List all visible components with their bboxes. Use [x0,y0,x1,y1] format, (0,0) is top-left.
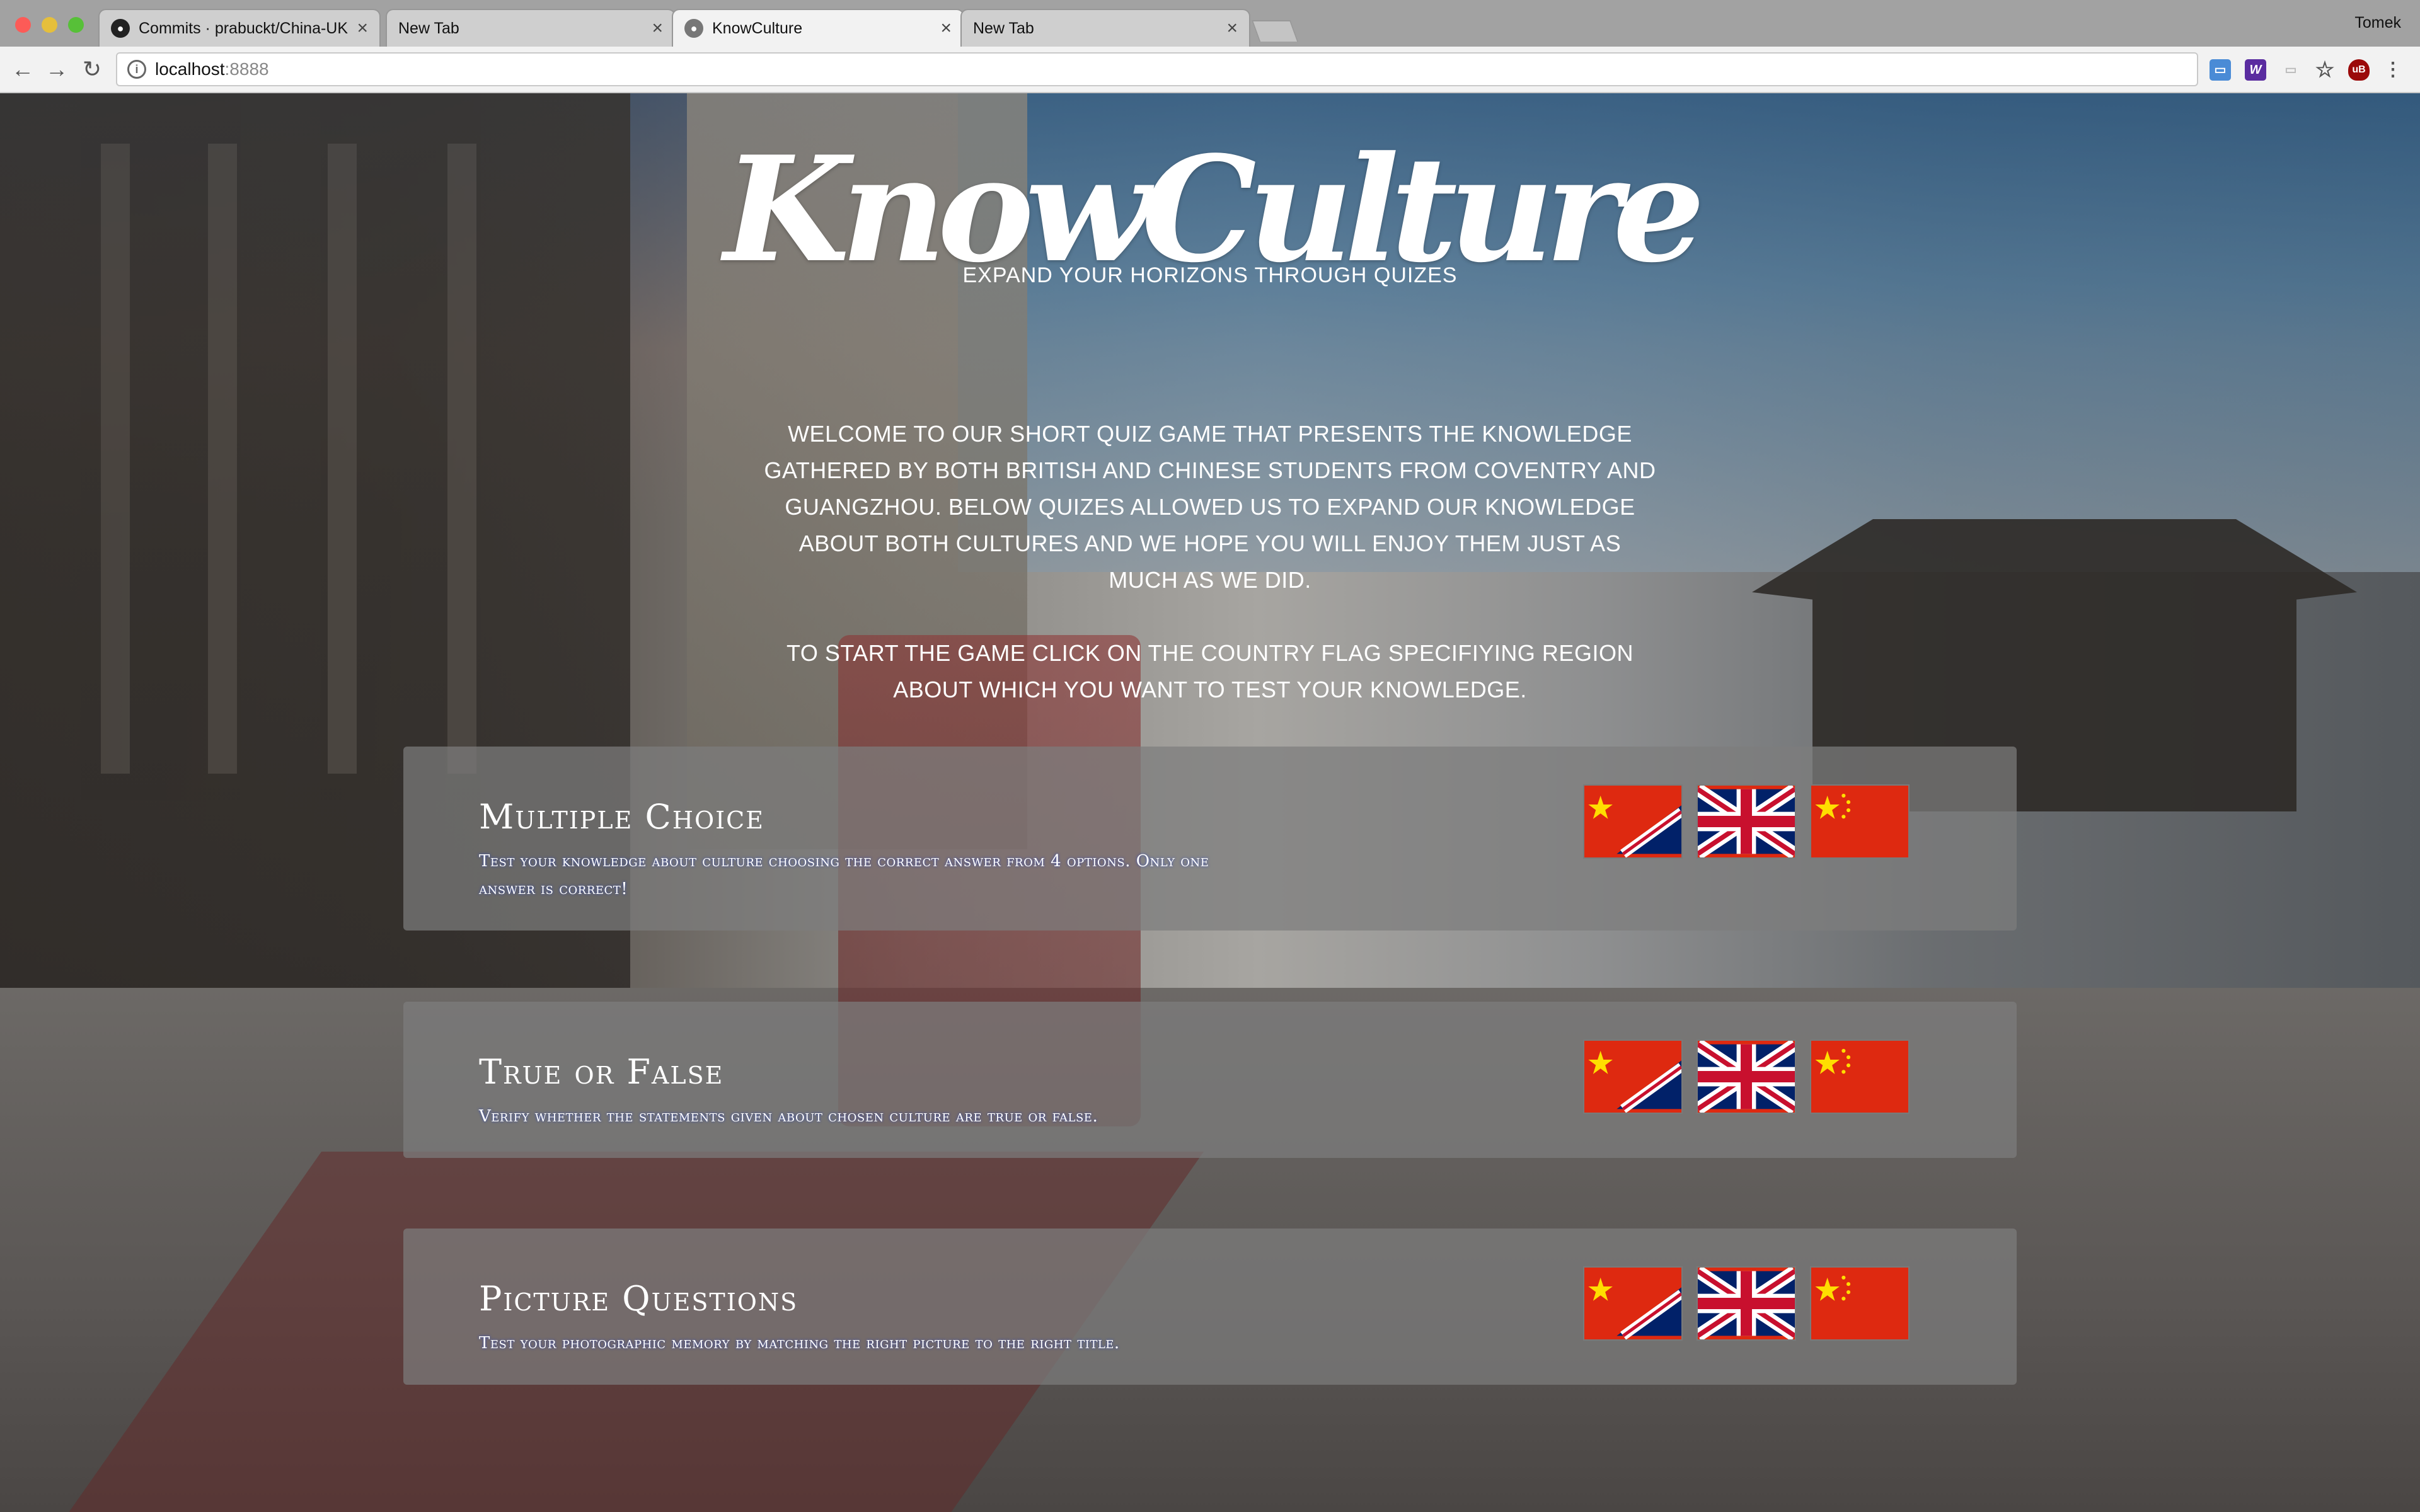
tab-new-tab-1[interactable]: New Tab × [386,9,676,47]
ublock-icon[interactable]: uB [2348,59,2370,81]
quiz-title: True or False [479,1052,724,1092]
cast-icon[interactable]: ▭ [2280,59,2302,81]
site-tagline: EXPAND YOUR HORIZONS THROUGH QUIZES [962,263,1458,287]
quiz-description: Test your knowledge about culture choosi… [479,852,1209,898]
github-icon: ● [684,19,703,38]
quiz-title: Picture Questions [479,1279,798,1319]
window-icon[interactable]: ▭ [2210,59,2231,81]
tab-title: New Tab [398,19,459,37]
url-port: :8888 [224,59,269,79]
china-flag[interactable] [1810,1266,1910,1341]
quiz-description: Test your photographic memory by matchin… [479,1334,1120,1353]
reload-icon[interactable]: ↻ [78,55,106,83]
tab-knowculture[interactable]: ● KnowCulture × [672,9,964,47]
close-window-button[interactable] [15,17,31,33]
url-host: localhost [155,59,225,79]
forward-arrow-icon[interactable]: → [43,55,71,83]
intro-paragraph: Welcome to our short quiz game that pres… [764,421,1656,593]
china-uk-flag[interactable] [1583,1266,1683,1341]
intro-instructions: To start the game click on the country f… [786,640,1634,702]
tab-commits[interactable]: ● Commits · prabuckt/China-UK × [98,9,381,47]
quiz-card-true-or-false: True or False Verify whether the stateme… [403,1002,2017,1158]
close-icon[interactable]: × [357,18,368,39]
info-icon[interactable]: i [127,60,146,79]
bookmark-star-icon[interactable]: ☆ [2314,59,2336,81]
maximize-window-button[interactable] [68,17,84,33]
browser-toolbar: ← → ↻ i localhost:8888 ▭ W ▭ ☆ uB ⋮ [0,47,2420,93]
menu-icon[interactable]: ⋮ [2382,59,2404,81]
uk-flag[interactable] [1697,1266,1796,1341]
quiz-card-multiple-choice: Multiple Choice Test your knowledge abou… [403,747,2017,931]
close-icon[interactable]: × [1226,18,1238,39]
uk-flag[interactable] [1697,784,1796,859]
page-background: KnowCulture EXPAND YOUR HORIZONS THROUGH… [0,93,2420,1512]
new-tab-button[interactable] [1251,20,1299,42]
address-bar[interactable]: i localhost:8888 [116,52,2198,86]
minimize-window-button[interactable] [42,17,57,33]
china-uk-flag[interactable] [1583,784,1683,859]
profile-name[interactable]: Tomek [2354,14,2401,32]
w-extension-icon[interactable]: W [2245,59,2266,81]
quiz-title: Multiple Choice [479,797,764,837]
tab-title: Commits · prabuckt/China-UK [139,19,349,37]
china-uk-flag[interactable] [1583,1040,1683,1114]
browser-tabstrip: ● Commits · prabuckt/China-UK × New Tab … [0,0,2420,47]
github-icon: ● [111,19,130,38]
quiz-card-picture-questions: Picture Questions Test your photographic… [403,1228,2017,1385]
china-flag[interactable] [1810,784,1910,859]
quiz-description: Verify whether the statements given abou… [479,1107,1098,1126]
tab-title: New Tab [973,19,1034,37]
back-arrow-icon[interactable]: ← [9,55,37,83]
close-icon[interactable]: × [940,18,952,39]
uk-flag[interactable] [1697,1040,1796,1114]
site-logo[interactable]: KnowCulture [0,137,2420,282]
tab-title: KnowCulture [712,19,803,37]
china-flag[interactable] [1810,1040,1910,1114]
close-icon[interactable]: × [652,18,663,39]
tab-new-tab-2[interactable]: New Tab × [960,9,1250,47]
intro-text: Welcome to our short quiz game that pres… [763,416,1657,745]
